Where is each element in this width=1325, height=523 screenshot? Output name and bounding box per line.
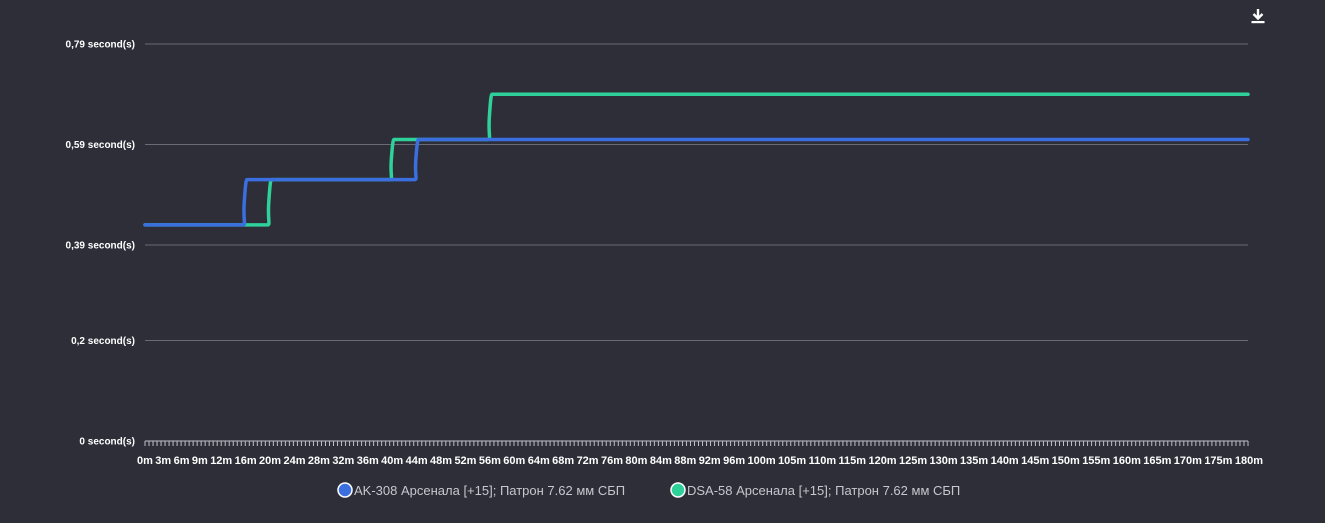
x-tick-label: 80m xyxy=(625,455,647,467)
legend-label: AK-308 Арсенала [+15]; Патрон 7.62 мм СБ… xyxy=(354,483,625,498)
y-tick-label: 0,39 second(s) xyxy=(66,241,135,252)
x-tick-label: 105m xyxy=(778,455,806,467)
x-tick-label: 60m xyxy=(503,455,525,467)
x-tick-label: 16m xyxy=(235,455,257,467)
y-axis-ticks: 0 second(s) 0,2 second(s) 0,39 second(s) 0,… xyxy=(66,40,135,448)
x-tick-label: 0m xyxy=(137,455,153,467)
x-tick-label: 24m xyxy=(283,455,305,467)
x-tick-label: 40m xyxy=(381,455,403,467)
x-tick-label: 96m xyxy=(723,455,745,467)
x-tick-label: 32m xyxy=(332,455,354,467)
legend-marker xyxy=(670,482,686,498)
y-tick-label: 0 second(s) xyxy=(79,437,135,448)
y-tick-label: 0,79 second(s) xyxy=(66,40,135,51)
x-tick-label: 150m xyxy=(1052,455,1080,467)
x-tick-label: 9m xyxy=(192,455,208,467)
x-tick-label: 170m xyxy=(1174,455,1202,467)
x-tick-label: 125m xyxy=(899,455,927,467)
x-tick-label: 72m xyxy=(577,455,599,467)
x-tick-label: 76m xyxy=(601,455,623,467)
series-line-0 xyxy=(143,137,1250,227)
x-tick-label: 155m xyxy=(1082,455,1110,467)
x-tick-label: 92m xyxy=(699,455,721,467)
x-axis: 0m 3m 6m 9m 12m 16m 20m 24m 28m 32m 36m 40m 44m 48m 52… xyxy=(137,440,1263,467)
x-tick-label: 100m xyxy=(748,455,776,467)
download-button[interactable] xyxy=(1248,6,1268,26)
x-tick-label: 135m xyxy=(960,455,988,467)
x-tick-label: 160m xyxy=(1113,455,1141,467)
x-tick-label: 12m xyxy=(210,455,232,467)
x-tick-label: 36m xyxy=(357,455,379,467)
x-tick-label: 48m xyxy=(430,455,452,467)
line-chart: 0 second(s) 0,2 second(s) 0,39 second(s) 0,… xyxy=(66,40,1264,499)
x-tick-label: 140m xyxy=(991,455,1019,467)
legend: AK-308 Арсенала [+15]; Патрон 7.62 мм СБ… xyxy=(337,482,960,498)
x-tick-label: 110m xyxy=(809,455,837,467)
x-tick-label: 3m xyxy=(155,455,171,467)
x-tick-label: 68m xyxy=(552,455,574,467)
x-tick-label: 130m xyxy=(930,455,958,467)
x-tick-label: 180m xyxy=(1235,455,1263,467)
chart-container: 0 second(s) 0,2 second(s) 0,39 second(s) 0,… xyxy=(0,0,1325,523)
x-tick-label: 20m xyxy=(259,455,281,467)
x-tick-label: 88m xyxy=(674,455,696,467)
legend-item[interactable]: AK-308 Арсенала [+15]; Патрон 7.62 мм СБ… xyxy=(337,482,625,498)
download-icon xyxy=(1251,9,1265,24)
x-tick-label: 84m xyxy=(650,455,672,467)
x-tick-labels: 0m 3m 6m 9m 12m 16m 20m 24m 28m 32m 36m 40m 44m 48m 52… xyxy=(137,455,1263,467)
x-tick-label: 28m xyxy=(308,455,330,467)
x-tick-label: 6m xyxy=(174,455,190,467)
series-lines xyxy=(143,92,1250,227)
grid xyxy=(145,43,1248,341)
legend-label: DSA-58 Арсенала [+15]; Патрон 7.62 мм СБ… xyxy=(687,483,960,498)
x-tick-label: 165m xyxy=(1143,455,1171,467)
x-tick-label: 52m xyxy=(454,455,476,467)
x-tick-label: 44m xyxy=(406,455,428,467)
x-tick-label: 120m xyxy=(868,455,896,467)
series-line-1 xyxy=(143,92,1250,227)
legend-item[interactable]: DSA-58 Арсенала [+15]; Патрон 7.62 мм СБ… xyxy=(670,482,960,498)
x-tick-label: 145m xyxy=(1021,455,1049,467)
y-tick-label: 0,2 second(s) xyxy=(71,336,135,347)
x-tick-label: 64m xyxy=(528,455,550,467)
x-tick-label: 175m xyxy=(1204,455,1232,467)
legend-marker xyxy=(337,482,353,498)
x-tick-label: 56m xyxy=(479,455,501,467)
x-tick-label: 115m xyxy=(839,455,867,467)
y-tick-label: 0,59 second(s) xyxy=(66,140,135,151)
